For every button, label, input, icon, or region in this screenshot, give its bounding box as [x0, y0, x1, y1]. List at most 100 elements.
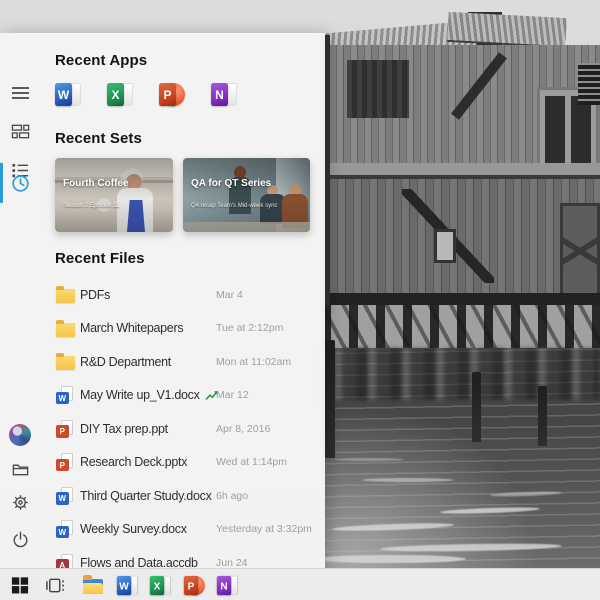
- hamburger-icon: [11, 86, 30, 100]
- file-name: March Whitepapers: [80, 321, 183, 335]
- water-streak: [332, 522, 454, 532]
- file-date: Yesterday at 3:32pm: [216, 523, 312, 535]
- excel-icon: X: [107, 82, 132, 107]
- building-stilts: [322, 305, 600, 350]
- file-row-pdfs[interactable]: PDFs Mar 4: [56, 278, 321, 312]
- taskbar-word-button[interactable]: W: [115, 573, 139, 597]
- set-card-title: QA for QT Series: [191, 178, 271, 189]
- hamburger-menu-button[interactable]: [0, 75, 40, 111]
- building-lattice-window: [578, 63, 600, 105]
- onenote-icon: N: [211, 82, 236, 107]
- taskbar-powerpoint-button[interactable]: P: [182, 573, 206, 597]
- documents-button[interactable]: [0, 451, 40, 487]
- folder-icon: [56, 289, 75, 303]
- window-pane: [545, 96, 565, 166]
- account-button[interactable]: [0, 417, 40, 453]
- water-pole: [472, 372, 481, 442]
- windows-logo-icon: [11, 576, 29, 594]
- sidebar-item-timeline[interactable]: [0, 165, 40, 201]
- water-streak: [362, 478, 454, 482]
- powerpoint-file-icon: P: [56, 453, 73, 471]
- water-streak: [440, 506, 540, 514]
- file-name: DIY Tax prep.ppt: [80, 422, 168, 436]
- water-pole: [324, 340, 335, 458]
- word-file-icon: W: [56, 520, 73, 538]
- card-overlay: [183, 158, 310, 232]
- app-word[interactable]: W: [55, 82, 80, 107]
- app-onenote[interactable]: N: [211, 82, 236, 107]
- file-row-march-whitepapers[interactable]: March Whitepapers Tue at 2:12pm: [56, 312, 321, 346]
- wallpaper-pier-building: [322, 5, 600, 350]
- recent-files-list: PDFs Mar 4 March Whitepapers Tue at 2:12…: [56, 278, 321, 568]
- file-date: Jun 24: [216, 557, 248, 568]
- start-button[interactable]: [8, 573, 32, 597]
- file-row-third-quarter-study[interactable]: W Third Quarter Study.docx 6h ago: [56, 479, 321, 513]
- file-row-flows-and-data[interactable]: A Flows and Data.accdb Jun 24: [56, 546, 321, 568]
- file-date: Wed at 1:14pm: [216, 456, 287, 468]
- word-file-icon: W: [56, 386, 73, 404]
- app-powerpoint[interactable]: P: [159, 82, 184, 107]
- file-date: Mar 4: [216, 289, 243, 301]
- folder-icon: [56, 356, 75, 370]
- water-streak: [316, 555, 466, 563]
- file-row-rd-department[interactable]: R&D Department Mon at 11:02am: [56, 345, 321, 379]
- file-date: Mar 12: [216, 389, 249, 401]
- section-heading-recent-apps: Recent Apps: [55, 52, 147, 69]
- folder-icon: [56, 323, 75, 337]
- card-overlay: [55, 158, 173, 232]
- power-icon: [11, 530, 30, 549]
- file-name: PDFs: [80, 288, 110, 302]
- file-explorer-button[interactable]: [81, 573, 105, 597]
- task-view-button[interactable]: [43, 573, 67, 597]
- access-file-icon: A: [56, 554, 73, 568]
- set-card-subtitle: Q4 recap Team's Mid-week sync: [191, 203, 277, 209]
- water-streak: [334, 458, 404, 461]
- excel-icon: X: [150, 575, 170, 596]
- file-name: May Write up_V1.docx: [80, 388, 200, 402]
- file-date: Apr 8, 2016: [216, 423, 270, 435]
- start-menu-panel: Recent Apps W X P: [0, 33, 325, 568]
- file-name: Flows and Data.accdb: [80, 556, 198, 568]
- documents-folder-icon: [11, 460, 30, 479]
- section-heading-recent-sets: Recent Sets: [55, 130, 142, 147]
- set-card-qa-series[interactable]: QA for QT Series Q4 recap Team's Mid-wee…: [183, 158, 310, 232]
- taskbar-onenote-button[interactable]: N: [215, 573, 239, 597]
- wallpaper-water: [322, 348, 600, 568]
- gear-icon: [11, 493, 30, 512]
- file-name: Research Deck.pptx: [80, 455, 187, 469]
- start-menu-rail: [0, 33, 40, 568]
- water-reflections: [322, 348, 600, 400]
- file-row-weekly-survey[interactable]: W Weekly Survey.docx Yesterday at 3:32pm: [56, 513, 321, 547]
- section-heading-recent-files: Recent Files: [55, 250, 145, 267]
- desktop: Recent Apps W X P: [0, 0, 600, 600]
- app-excel[interactable]: X: [107, 82, 132, 107]
- word-file-icon: W: [56, 487, 73, 505]
- recent-sets-row: Fourth Coffee Season 2 Episode 11 QA for…: [55, 158, 310, 232]
- task-view-icon: [45, 576, 65, 595]
- file-name: Weekly Survey.docx: [80, 522, 187, 536]
- recent-apps-row: W X P N: [55, 82, 236, 107]
- file-explorer-icon: [83, 579, 103, 594]
- powerpoint-icon: P: [184, 575, 204, 596]
- onenote-icon: N: [217, 575, 237, 596]
- file-row-may-writeup[interactable]: W May Write up_V1.docx Mar 12: [56, 379, 321, 413]
- set-card-subtitle: Season 2 Episode 11: [63, 203, 120, 209]
- word-icon: W: [55, 82, 80, 107]
- avatar: [9, 424, 31, 446]
- water-streak: [380, 542, 562, 552]
- power-button[interactable]: [0, 521, 40, 557]
- file-row-research-deck[interactable]: P Research Deck.pptx Wed at 1:14pm: [56, 446, 321, 480]
- set-card-fourth-coffee[interactable]: Fourth Coffee Season 2 Episode 11: [55, 158, 173, 232]
- building-small-window: [434, 229, 456, 263]
- settings-button[interactable]: [0, 484, 40, 520]
- file-row-diy-tax-prep[interactable]: P DIY Tax prep.ppt Apr 8, 2016: [56, 412, 321, 446]
- clock-icon: [10, 173, 31, 194]
- powerpoint-file-icon: P: [56, 420, 73, 438]
- start-menu-content: Recent Apps W X P: [40, 33, 325, 568]
- building-loft-opening: [347, 60, 409, 118]
- window-pane: [571, 96, 591, 166]
- file-date: 6h ago: [216, 490, 248, 502]
- taskbar-excel-button[interactable]: X: [148, 573, 172, 597]
- sidebar-item-recent-apps[interactable]: [0, 113, 40, 149]
- building-barn-door: [560, 203, 600, 299]
